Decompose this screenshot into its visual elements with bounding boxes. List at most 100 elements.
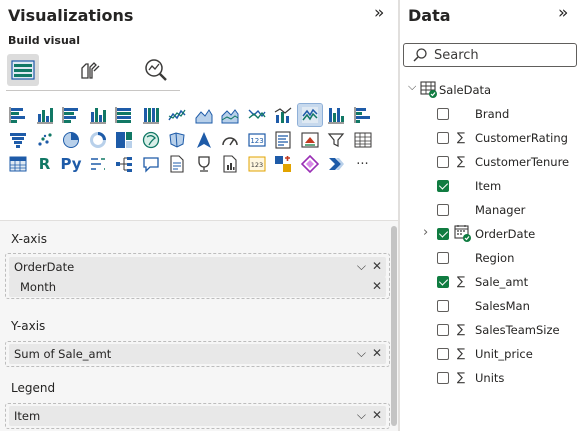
remove-field-icon[interactable]: ✕ — [372, 346, 382, 361]
field-checkbox[interactable] — [437, 252, 449, 264]
x-axis-well[interactable]: OrderDate ⌵ ✕ Month ✕ — [5, 253, 390, 299]
remove-field-icon[interactable]: ✕ — [372, 408, 382, 423]
arrow-visual-visual-button[interactable] — [324, 153, 348, 175]
area-icon — [195, 109, 212, 124]
dataverse-visual-button[interactable] — [298, 153, 322, 175]
smart-narrative-icon — [170, 155, 184, 173]
field-checkbox[interactable] — [437, 348, 449, 360]
treemap-visual-button[interactable] — [112, 129, 136, 151]
legend-well[interactable]: Item ⌵ ✕ — [5, 403, 390, 429]
python-visual-visual-button[interactable]: Py — [59, 153, 83, 175]
clustered-column-visual-button[interactable] — [86, 104, 110, 126]
analytics-tab[interactable] — [140, 54, 172, 86]
metrics-visual-button[interactable] — [218, 153, 242, 175]
field-row-brand[interactable]: Brand — [400, 102, 580, 126]
100-stacked-column-visual-button[interactable] — [139, 104, 163, 126]
chevron-down-icon[interactable]: ⌵ — [408, 80, 416, 94]
ribbon-visual-button[interactable] — [324, 104, 348, 126]
line-visual-button[interactable] — [165, 104, 189, 126]
table-row-saledata[interactable]: ⌵ SaleData — [408, 78, 578, 102]
collapse-visualizations-icon[interactable]: » — [374, 3, 384, 23]
scatter-visual-button[interactable] — [33, 129, 57, 151]
kpi-icon — [300, 131, 319, 148]
field-row-customerrating[interactable]: ∑ CustomerRating — [400, 126, 580, 150]
stacked-column-visual-button[interactable] — [33, 104, 57, 126]
field-row-unit_price[interactable]: ∑ Unit_price — [400, 342, 580, 366]
analytics-magnifier-icon — [145, 59, 167, 81]
format-visual-tab[interactable] — [74, 54, 106, 86]
x-axis-subfield-pill[interactable]: Month ✕ — [9, 277, 386, 297]
clustered-bar-visual-button[interactable] — [59, 104, 83, 126]
slicer-visual-button[interactable] — [324, 129, 348, 151]
key-influencers-visual-button[interactable] — [86, 153, 110, 175]
search-input[interactable]: Search — [403, 43, 577, 67]
field-row-units[interactable]: ∑ Units — [400, 366, 580, 390]
chevron-right-icon[interactable]: › — [423, 225, 428, 240]
card-visual-button[interactable]: 123 — [245, 129, 269, 151]
field-checkbox[interactable] — [437, 204, 449, 216]
power-automate-visual-button[interactable]: 123 — [245, 153, 269, 175]
azure-map-visual-button[interactable] — [192, 129, 216, 151]
field-checkbox[interactable] — [437, 300, 449, 312]
more-visual-button[interactable]: ··· — [351, 153, 375, 175]
y-axis-well[interactable]: Sum of Sale_amt ⌵ ✕ — [5, 341, 390, 367]
metrics-icon — [223, 155, 237, 173]
field-row-region[interactable]: Region — [400, 246, 580, 270]
decomposition-tree-visual-button[interactable] — [112, 153, 136, 175]
power-apps-visual-button[interactable] — [271, 153, 295, 175]
pie-visual-button[interactable] — [59, 129, 83, 151]
qa-visual-button[interactable] — [139, 153, 163, 175]
smart-narrative-visual-button[interactable] — [165, 153, 189, 175]
chevron-down-icon[interactable]: ⌵ — [357, 259, 366, 274]
100-stacked-bar-visual-button[interactable] — [112, 104, 136, 126]
line-stacked-column-visual-button[interactable] — [296, 103, 323, 127]
pie-icon — [63, 131, 79, 148]
legend-field-pill[interactable]: Item ⌵ ✕ — [9, 406, 386, 426]
remove-field-icon[interactable]: ✕ — [372, 259, 382, 274]
field-row-salesteamsize[interactable]: ∑ SalesTeamSize — [400, 318, 580, 342]
funnel-visual-button[interactable] — [6, 129, 30, 151]
line-clustered-column-visual-button[interactable] — [271, 104, 295, 126]
stacked-area-visual-button[interactable] — [218, 104, 242, 126]
area-visual-button[interactable] — [192, 104, 216, 126]
chevron-down-icon[interactable]: ⌵ — [357, 408, 366, 423]
field-checkbox[interactable] — [437, 228, 449, 240]
chevron-down-icon[interactable]: ⌵ — [357, 346, 366, 361]
waterfall-visual-button[interactable] — [351, 104, 375, 126]
clustered-bar-icon — [62, 107, 78, 123]
remove-subfield-icon[interactable]: ✕ — [372, 279, 382, 293]
field-row-manager[interactable]: Manager — [400, 198, 580, 222]
paginated-report-visual-button[interactable] — [192, 153, 216, 175]
field-checkbox[interactable] — [437, 156, 449, 168]
field-row-sale_amt[interactable]: ∑ Sale_amt — [400, 270, 580, 294]
table-visual-button[interactable] — [351, 129, 375, 151]
r-visual-visual-button[interactable]: R — [33, 153, 57, 175]
field-checkbox[interactable] — [437, 180, 449, 192]
field-checkbox[interactable] — [437, 108, 449, 120]
stacked-bar-visual-button[interactable] — [6, 104, 30, 126]
wells-scrollbar[interactable] — [391, 226, 397, 426]
filled-map-visual-button[interactable] — [165, 129, 189, 151]
kpi-visual-button[interactable] — [298, 129, 322, 151]
field-checkbox[interactable] — [437, 372, 449, 384]
sigma-icon: ∑ — [457, 130, 466, 144]
map-visual-button[interactable] — [139, 129, 163, 151]
field-checkbox[interactable] — [437, 324, 449, 336]
matrix-visual-button[interactable] — [6, 153, 30, 175]
y-axis-field-pill[interactable]: Sum of Sale_amt ⌵ ✕ — [9, 344, 386, 364]
build-visual-divider — [6, 90, 180, 91]
x-axis-field-name: OrderDate — [14, 260, 75, 274]
gauge-visual-button[interactable] — [218, 129, 242, 151]
field-checkbox[interactable] — [437, 132, 449, 144]
collapse-data-icon[interactable]: » — [558, 3, 568, 23]
field-row-customertenure[interactable]: ∑ CustomerTenure — [400, 150, 580, 174]
field-checkbox[interactable] — [437, 276, 449, 288]
field-row-salesman[interactable]: SalesMan — [400, 294, 580, 318]
100-stacked-area-visual-button[interactable] — [245, 104, 269, 126]
field-row-item[interactable]: Item — [400, 174, 580, 198]
donut-visual-button[interactable] — [86, 129, 110, 151]
x-axis-field-pill[interactable]: OrderDate ⌵ ✕ — [9, 257, 386, 277]
multi-row-card-visual-button[interactable] — [271, 129, 295, 151]
build-visual-tab[interactable] — [7, 54, 39, 86]
field-row-orderdate[interactable]: › OrderDate — [400, 222, 580, 246]
